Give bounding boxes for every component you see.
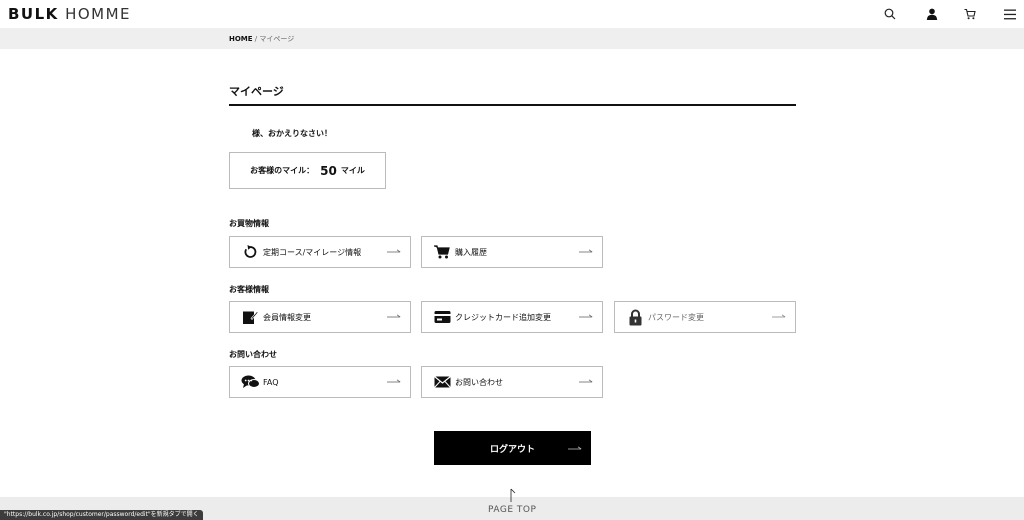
edit-notebook-icon — [239, 308, 261, 326]
credit-card-edit-button[interactable]: クレジットカード追加変更 — [421, 301, 603, 333]
cart-icon — [431, 243, 453, 261]
section-title-contact: お問い合わせ — [229, 350, 277, 359]
miles-label: お客様のマイル： — [250, 166, 315, 175]
purchase-history-button[interactable]: 購入履歴 — [421, 236, 603, 268]
arrow-right-icon — [387, 314, 401, 320]
arrow-right-icon — [579, 379, 593, 385]
breadcrumb-current: マイページ — [259, 35, 295, 43]
menu-icon[interactable] — [1002, 6, 1018, 22]
chat-bubbles-icon — [239, 373, 261, 391]
subscription-course-button[interactable]: 定期コース/マイレージ情報 — [229, 236, 411, 268]
refresh-icon — [239, 243, 261, 261]
lock-icon — [624, 308, 646, 326]
faq-label: FAQ — [263, 377, 279, 387]
page-title: マイページ — [229, 85, 284, 98]
member-info-edit-label: 会員情報変更 — [263, 312, 311, 322]
arrow-right-icon — [387, 249, 401, 255]
site-logo[interactable]: BULK HOMME — [8, 5, 131, 23]
arrow-right-icon — [568, 445, 582, 455]
breadcrumb-bar: HOME / マイページ — [0, 28, 1024, 49]
credit-card-icon — [431, 308, 453, 326]
arrow-right-icon — [387, 379, 401, 385]
miles-box: お客様のマイル： 50 マイル — [229, 152, 386, 189]
faq-button[interactable]: FAQ — [229, 366, 411, 398]
contact-us-label: お問い合わせ — [455, 377, 503, 387]
welcome-message: 様、おかえりなさい！ — [252, 129, 332, 138]
credit-card-edit-label: クレジットカード追加変更 — [455, 312, 551, 322]
subscription-course-label: 定期コース/マイレージ情報 — [263, 247, 362, 257]
breadcrumb: HOME / マイページ — [229, 34, 294, 44]
password-change-label: パスワード変更 — [648, 312, 704, 322]
logout-label: ログアウト — [489, 444, 535, 455]
password-change-button[interactable]: パスワード変更 — [614, 301, 796, 333]
title-divider — [229, 104, 796, 106]
user-icon[interactable] — [924, 6, 940, 22]
contact-us-button[interactable]: お問い合わせ — [421, 366, 603, 398]
envelope-icon — [431, 373, 453, 391]
cart-icon[interactable] — [962, 6, 978, 22]
logo-light-text: HOMME — [65, 5, 132, 23]
purchase-history-label: 購入履歴 — [455, 247, 487, 257]
logout-button[interactable]: ログアウト — [434, 431, 591, 465]
member-info-edit-button[interactable]: 会員情報変更 — [229, 301, 411, 333]
breadcrumb-home-link[interactable]: HOME — [229, 35, 253, 43]
logo-bold-text: BULK — [8, 5, 59, 23]
section-title-shopping: お買物情報 — [229, 219, 269, 228]
arrow-right-icon — [772, 314, 786, 320]
breadcrumb-separator: / — [254, 35, 258, 43]
section-title-customer: お客様情報 — [229, 285, 269, 294]
miles-unit: マイル — [340, 166, 365, 175]
browser-status-bar: "https://bulk.co.jp/shop/customer/passwo… — [0, 510, 203, 520]
mouse-cursor-icon — [509, 488, 517, 508]
miles-value: 50 — [320, 163, 337, 178]
arrow-right-icon — [579, 249, 593, 255]
search-icon[interactable] — [882, 6, 898, 22]
arrow-right-icon — [579, 314, 593, 320]
site-header: BULK HOMME — [0, 0, 1024, 28]
